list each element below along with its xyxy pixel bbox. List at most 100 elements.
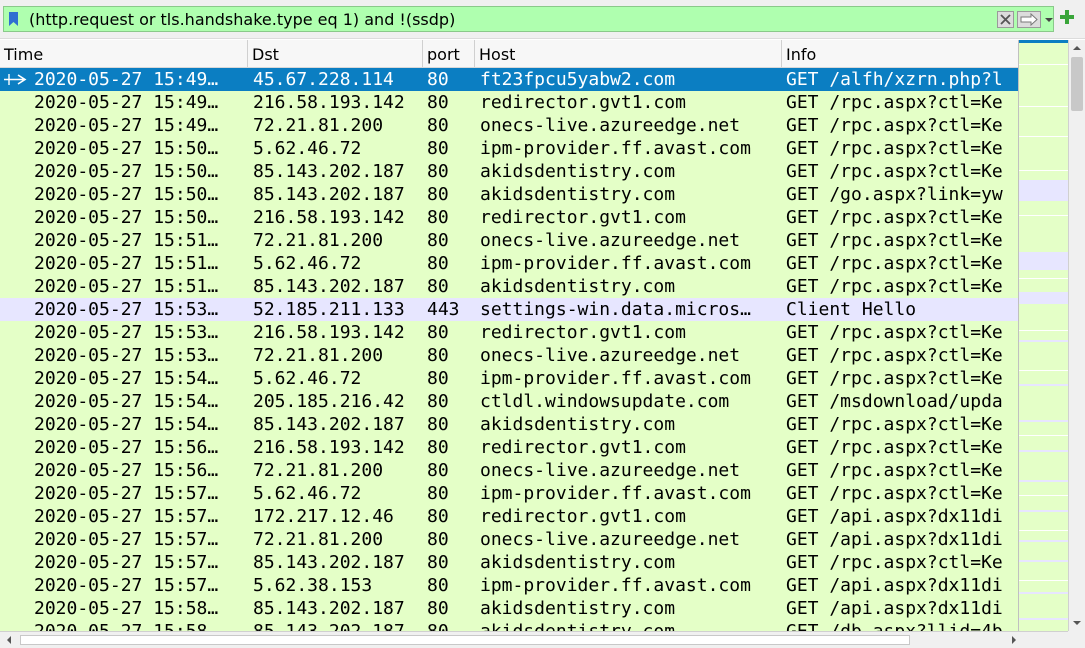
- apply-filter-button[interactable]: [1017, 11, 1041, 28]
- minimap-separator: [1019, 435, 1069, 436]
- time-cell: 2020-05-27 15:54…: [34, 368, 219, 389]
- display-filter-toolbar: (http.request or tls.handshake.type eq 1…: [0, 0, 1085, 39]
- packet-row[interactable]: 2020-05-27 15:53… 52.185.211.133 443 settin…: [0, 298, 1018, 321]
- dst-cell: 5.62.46.72: [253, 253, 362, 274]
- minimap-tls-block: [1019, 252, 1069, 270]
- minimap-tls-block: [1019, 181, 1069, 201]
- packet-list-header: Time Dst port Host Info: [0, 40, 1018, 68]
- minimap-separator: [1019, 170, 1069, 171]
- time-cell: 2020-05-27 15:57…: [34, 529, 219, 550]
- info-cell: GET /api.aspx?dx11di: [786, 598, 1003, 619]
- packet-row[interactable]: 2020-05-27 15:53… 216.58.193.142 80 redirec…: [0, 321, 1018, 344]
- horizontal-scroll-thumb[interactable]: [20, 635, 910, 645]
- info-cell: GET /rpc.aspx?ctl=Ke: [786, 92, 1003, 113]
- bookmark-icon[interactable]: [9, 12, 18, 26]
- minimap-marker: [1019, 384, 1069, 386]
- packet-row[interactable]: 2020-05-27 15:56… 72.21.81.200 80 onecs-liv…: [0, 459, 1018, 482]
- time-cell: 2020-05-27 15:54…: [34, 391, 219, 412]
- display-filter-input[interactable]: (http.request or tls.handshake.type eq 1…: [3, 6, 1054, 32]
- packet-row[interactable]: 2020-05-27 15:57… 72.21.81.200 80 onecs-liv…: [0, 528, 1018, 551]
- dst-cell: 85.143.202.187: [253, 276, 405, 297]
- host-cell: akidsdentistry.com: [480, 184, 676, 205]
- packet-minimap[interactable]: [1018, 40, 1069, 631]
- packet-row[interactable]: 2020-05-27 15:53… 72.21.81.200 80 onecs-liv…: [0, 344, 1018, 367]
- host-cell: onecs-live.azureedge.net: [480, 230, 741, 251]
- port-cell: 80: [427, 253, 449, 274]
- minimap-separator: [1019, 136, 1069, 137]
- time-cell: 2020-05-27 15:50…: [34, 207, 219, 228]
- packet-row-selected[interactable]: 2020-05-27 15:49… 45.67.228.114 80 ft23fpcu…: [0, 68, 1018, 91]
- minimap-separator: [1019, 370, 1069, 371]
- packet-row[interactable]: 2020-05-27 15:49… 216.58.193.142 80 redirec…: [0, 91, 1018, 114]
- dst-cell: 5.62.46.72: [253, 483, 362, 504]
- port-cell: 80: [427, 345, 449, 366]
- host-cell: redirector.gvt1.com: [480, 437, 686, 458]
- host-cell: redirector.gvt1.com: [480, 92, 686, 113]
- packet-row[interactable]: 2020-05-27 15:57… 5.62.46.72 80 ipm-provide…: [0, 482, 1018, 505]
- packet-row[interactable]: 2020-05-27 15:56… 216.58.193.142 80 redirec…: [0, 436, 1018, 459]
- info-cell: GET /rpc.aspx?ctl=Ke: [786, 253, 1003, 274]
- packet-row[interactable]: 2020-05-27 15:50… 85.143.202.187 80 akidsde…: [0, 160, 1018, 183]
- port-cell: 80: [427, 276, 449, 297]
- port-cell: 80: [427, 322, 449, 343]
- dst-cell: 85.143.202.187: [253, 552, 405, 573]
- packet-row[interactable]: 2020-05-27 15:49… 72.21.81.200 80 onecs-liv…: [0, 114, 1018, 137]
- column-header-host[interactable]: Host: [475, 40, 782, 67]
- port-cell: 80: [427, 69, 449, 90]
- dst-cell: 85.143.202.187: [253, 620, 424, 631]
- chevron-down-icon[interactable]: [1044, 11, 1054, 28]
- host-cell: akidsdentistry.com: [480, 414, 676, 435]
- scroll-left-icon[interactable]: [3, 634, 15, 646]
- scroll-right-icon[interactable]: [1008, 634, 1020, 646]
- column-header-info[interactable]: Info: [782, 40, 1018, 67]
- packet-row[interactable]: 2020-05-27 15:58…85.143.202.18780akidsde…: [0, 597, 1018, 620]
- packet-row[interactable]: 2020-05-27 15:57… 85.143.202.187 80 akidsde…: [0, 551, 1018, 574]
- horizontal-scrollbar[interactable]: [0, 631, 1068, 648]
- dst-cell: 205.185.216.42: [253, 391, 405, 412]
- packet-list[interactable]: 2020-05-27 15:49… 45.67.228.114 80 ft23fpcu…: [0, 68, 1018, 631]
- info-cell: GET /rpc.aspx?ctl=Ke: [786, 115, 1003, 136]
- port-cell: 80: [427, 138, 449, 159]
- vertical-scrollbar[interactable]: [1068, 40, 1085, 631]
- packet-row[interactable]: 2020-05-27 15:57… 5.62.38.153 80 ipm-provid…: [0, 574, 1018, 597]
- dst-cell: 85.143.202.187: [253, 598, 405, 619]
- packet-row[interactable]: 2020-05-27 15:58…85.143.202.18780akidsde…: [0, 620, 1018, 631]
- column-header-port[interactable]: port: [423, 40, 475, 67]
- packet-row[interactable]: 2020-05-27 15:57… 172.217.12.46 80 redirect…: [0, 505, 1018, 528]
- host-cell: redirector.gvt1.com: [480, 506, 686, 527]
- time-cell: 2020-05-27 15:53…: [34, 345, 219, 366]
- packet-row[interactable]: 2020-05-27 15:51… 5.62.46.72 80 ipm-provide…: [0, 252, 1018, 275]
- packet-row[interactable]: 2020-05-27 15:50… 85.143.202.187 80 akidsde…: [0, 183, 1018, 206]
- minimap-marker: [1019, 340, 1069, 342]
- minimap-marker: [1019, 510, 1069, 512]
- packet-row[interactable]: 2020-05-27 15:51… 85.143.202.187 80 akidsde…: [0, 275, 1018, 298]
- plus-icon[interactable]: [1060, 10, 1074, 24]
- minimap-marker: [1019, 618, 1069, 620]
- packet-row[interactable]: 2020-05-27 15:54… 85.143.202.187 80 akidsde…: [0, 413, 1018, 436]
- time-cell: 2020-05-27 15:49…: [34, 92, 219, 113]
- host-cell: ipm-provider.ff.avast.com: [480, 575, 751, 596]
- time-cell: 2020-05-27 15:56…: [34, 437, 219, 458]
- packet-row[interactable]: 2020-05-27 15:50… 216.58.193.142 80 redirec…: [0, 206, 1018, 229]
- time-cell: 2020-05-27 15:58…: [34, 598, 219, 619]
- dst-cell: 52.185.211.133: [253, 299, 405, 320]
- clear-filter-button[interactable]: [997, 11, 1014, 28]
- packet-row[interactable]: 2020-05-27 15:54… 5.62.46.72 80 ipm-provide…: [0, 367, 1018, 390]
- column-header-time[interactable]: Time: [0, 40, 248, 67]
- vertical-scroll-thumb[interactable]: [1071, 57, 1083, 111]
- packet-row[interactable]: 2020-05-27 15:54… 205.185.216.42 80 ctldl.w…: [0, 390, 1018, 413]
- display-filter-text[interactable]: (http.request or tls.handshake.type eq 1…: [29, 10, 455, 29]
- port-cell: 80: [427, 161, 449, 182]
- host-cell: akidsdentistry.com: [480, 598, 676, 619]
- host-cell: akidsdentistry.com: [480, 161, 676, 182]
- packet-row[interactable]: 2020-05-27 15:50… 5.62.46.72 80 ipm-provide…: [0, 137, 1018, 160]
- packet-row[interactable]: 2020-05-27 15:51… 72.21.81.200 80 onecs-liv…: [0, 229, 1018, 252]
- host-cell: onecs-live.azureedge.net: [480, 345, 741, 366]
- scroll-down-icon[interactable]: [1071, 617, 1083, 629]
- column-header-dst[interactable]: Dst: [248, 40, 423, 67]
- host-cell: ipm-provider.ff.avast.com: [480, 483, 751, 504]
- minimap-separator: [1019, 580, 1069, 581]
- related-packet-arrow-icon: [4, 74, 27, 85]
- host-cell: akidsdentistry.com: [480, 276, 676, 297]
- scroll-up-icon[interactable]: [1071, 42, 1083, 54]
